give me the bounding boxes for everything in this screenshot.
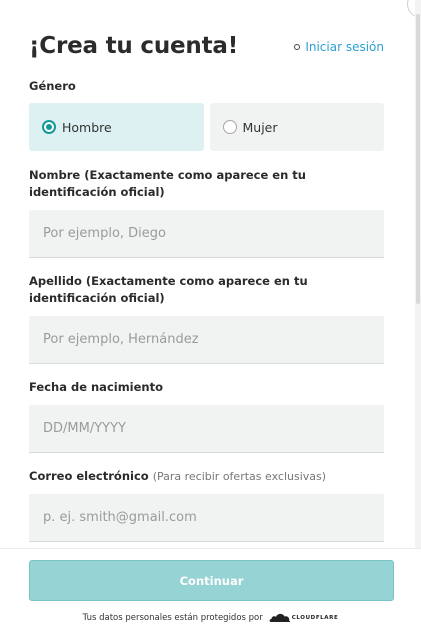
form-footer: Continuar Tus datos personales están pro… [0,548,421,631]
last-name-field[interactable] [29,316,384,364]
email-label: Correo electrónico (Para recibir ofertas… [29,468,326,485]
radio-unselected-icon[interactable] [222,120,237,134]
first-name-input[interactable] [29,210,384,257]
signup-scroll-area[interactable]: ¡Crea tu cuenta! Iniciar sesión Género H… [0,0,421,548]
last-name-input[interactable] [29,316,384,363]
birthdate-field[interactable] [29,405,384,453]
birthdate-input[interactable] [29,405,384,452]
email-input[interactable] [29,494,384,541]
cloud-icon [269,613,290,622]
cloudflare-logo: CLOUDFLARE [269,612,339,623]
gender-label: Género [29,79,76,93]
radio-selected-icon[interactable] [42,120,56,134]
gender-option-hombre[interactable]: Hombre [29,103,204,151]
gender-option-label: Hombre [62,119,112,135]
gender-option-label: Mujer [242,119,278,135]
form-header: ¡Crea tu cuenta! Iniciar sesión [29,33,384,65]
birthdate-label: Fecha de nacimiento [29,380,164,394]
scrollbar-thumb[interactable] [416,14,420,304]
privacy-notice: Tus datos personales están protegidos po… [0,612,421,623]
scrollbar-track[interactable] [415,0,421,548]
first-name-field[interactable] [29,210,384,258]
gender-option-mujer[interactable]: Mujer [209,103,384,151]
login-link[interactable]: Iniciar sesión [305,40,384,54]
bullet-icon [294,44,301,50]
last-name-label: Apellido (Exactamente como aparece en tu… [29,274,308,305]
email-hint: (Para recibir ofertas exclusivas) [152,470,327,483]
cloudflare-wordmark: CLOUDFLARE [291,614,339,621]
first-name-label: Nombre (Exactamente como aparece en tu i… [29,168,306,199]
login-link-wrap[interactable]: Iniciar sesión [294,40,384,54]
email-field[interactable] [29,494,384,542]
privacy-text: Tus datos personales están protegidos po… [82,612,263,623]
page-title: ¡Crea tu cuenta! [29,33,238,59]
email-label-text: Correo electrónico [29,469,149,483]
continue-button[interactable]: Continuar [29,560,394,601]
gender-selector: Hombre Mujer [29,103,384,151]
